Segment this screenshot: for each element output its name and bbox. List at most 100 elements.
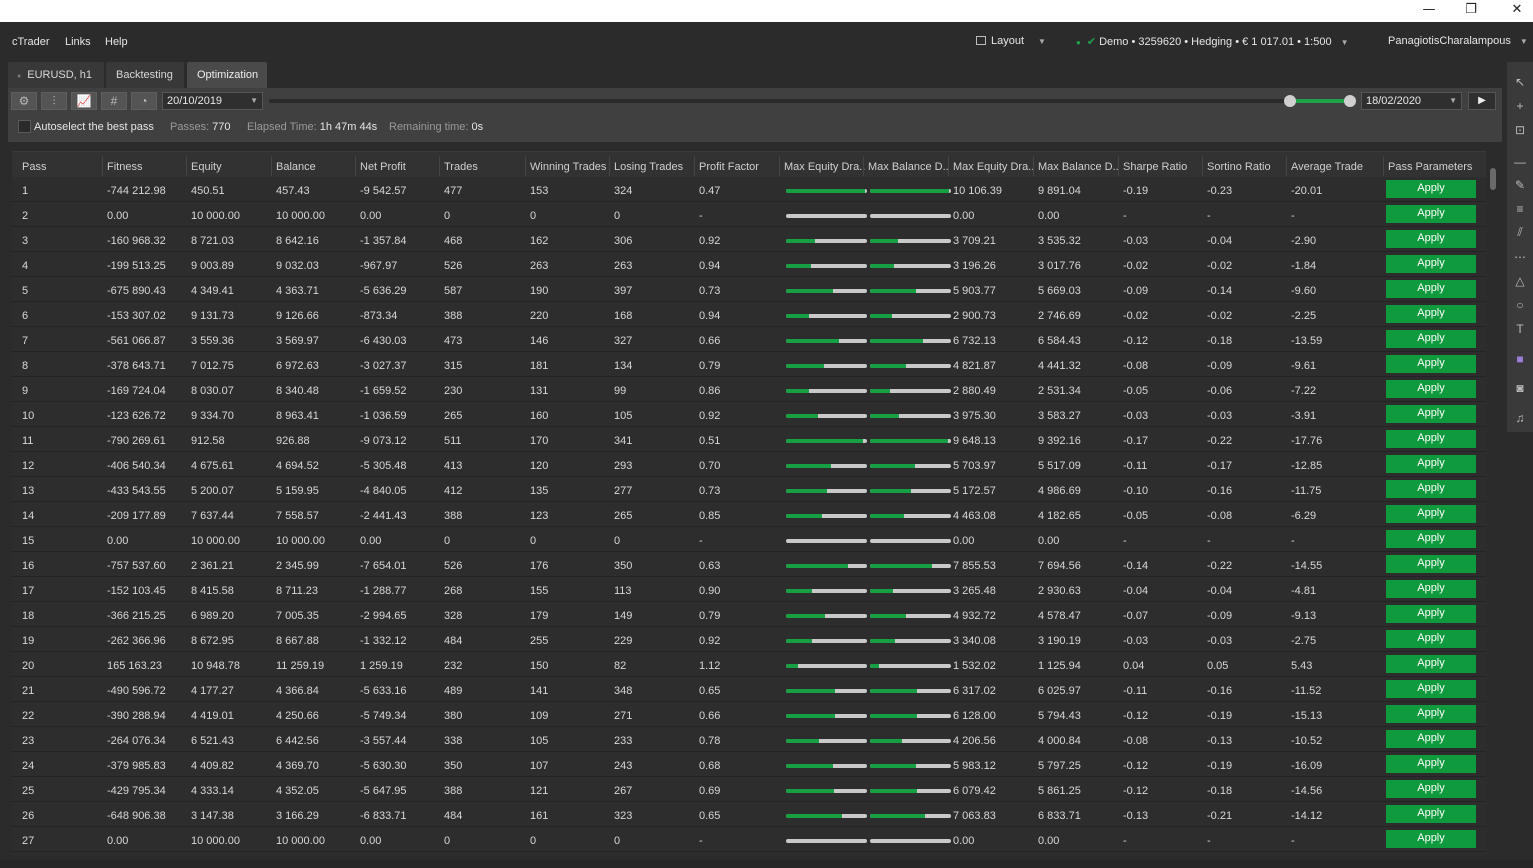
apply-button[interactable]: Apply: [1386, 580, 1476, 598]
slider-end-handle[interactable]: [1344, 95, 1356, 107]
column-separator[interactable]: [1383, 156, 1384, 176]
column-header[interactable]: Pass Parameters: [1388, 161, 1472, 173]
start-optimization-button[interactable]: ▶: [1468, 92, 1496, 110]
column-header[interactable]: Average Trade: [1291, 161, 1363, 173]
column-header[interactable]: Sharpe Ratio: [1123, 161, 1187, 173]
table-row[interactable]: 26 -648 906.38 3 147.38 3 166.29 -6 833.71 48…: [12, 802, 1486, 827]
column-separator[interactable]: [609, 156, 610, 176]
table-row[interactable]: 25 -429 795.34 4 333.14 4 352.05 -5 647.95 38…: [12, 777, 1486, 802]
apply-button[interactable]: Apply: [1386, 730, 1476, 748]
settings-button[interactable]: ⚙: [11, 92, 37, 110]
column-header[interactable]: Losing Trades: [614, 161, 683, 173]
column-separator[interactable]: [186, 156, 187, 176]
restore-button[interactable]: ❐: [1448, 0, 1494, 22]
column-header[interactable]: Max Equity Dra..: [953, 161, 1034, 173]
alert-bell-icon[interactable]: ♫: [1507, 408, 1533, 428]
apply-button[interactable]: Apply: [1386, 530, 1476, 548]
column-separator[interactable]: [525, 156, 526, 176]
equity-chart-button[interactable]: 📈: [71, 92, 97, 110]
column-separator[interactable]: [271, 156, 272, 176]
table-row[interactable]: 21 -490 596.72 4 177.27 4 366.84 -5 633.16 48…: [12, 677, 1486, 702]
table-row[interactable]: 14 -209 177.89 7 637.44 7 558.57 -2 441.43 38…: [12, 502, 1486, 527]
apply-button[interactable]: Apply: [1386, 655, 1476, 673]
color-swatch-icon[interactable]: ■: [1507, 349, 1533, 369]
tab-symbol[interactable]: ● EURUSD, h1: [8, 62, 104, 88]
scrollbar-thumb[interactable]: [1490, 168, 1496, 190]
column-header[interactable]: Max Balance D..: [868, 161, 949, 173]
table-row[interactable]: 12 -406 540.34 4 675.61 4 694.52 -5 305.48 41…: [12, 452, 1486, 477]
table-row[interactable]: 9 -169 724.04 8 030.07 8 340.48 -1 659.52 230…: [12, 377, 1486, 402]
pencil-icon[interactable]: ✎: [1507, 175, 1533, 195]
table-row[interactable]: 15 0.00 10 000.00 10 000.00 0.00 0 0 0 - 0.00 0.00…: [12, 527, 1486, 552]
column-separator[interactable]: [1118, 156, 1119, 176]
triangle-icon[interactable]: △: [1507, 271, 1533, 291]
text-icon[interactable]: T: [1507, 319, 1533, 339]
apply-button[interactable]: Apply: [1386, 230, 1476, 248]
circle-icon[interactable]: ○: [1507, 295, 1533, 315]
apply-button[interactable]: Apply: [1386, 380, 1476, 398]
table-row[interactable]: 6 -153 307.02 9 131.73 9 126.66 -873.34 388 22…: [12, 302, 1486, 327]
close-button[interactable]: ✕: [1494, 0, 1533, 22]
column-separator[interactable]: [694, 156, 695, 176]
vertical-scrollbar[interactable]: [1488, 156, 1498, 856]
tab-optimization[interactable]: Optimization: [187, 62, 267, 88]
apply-button[interactable]: Apply: [1386, 255, 1476, 273]
end-date-picker[interactable]: 18/02/2020 ▼: [1361, 92, 1462, 110]
table-row[interactable]: 13 -433 543.55 5 200.07 5 159.95 -4 840.05 41…: [12, 477, 1486, 502]
grid-lines-icon[interactable]: ⋯: [1507, 247, 1533, 267]
slider-start-handle[interactable]: [1284, 95, 1296, 107]
autoselect-checkbox[interactable]: [18, 120, 31, 133]
apply-button[interactable]: Apply: [1386, 755, 1476, 773]
channel-icon[interactable]: ⫽: [1507, 222, 1533, 242]
menu-ctrader[interactable]: cTrader: [12, 36, 50, 48]
apply-button[interactable]: Apply: [1386, 680, 1476, 698]
apply-button[interactable]: Apply: [1386, 330, 1476, 348]
menu-help[interactable]: Help: [105, 36, 128, 48]
table-row[interactable]: 10 -123 626.72 9 334.70 8 963.41 -1 036.59 26…: [12, 402, 1486, 427]
zoom-icon[interactable]: ⊡: [1507, 120, 1533, 140]
table-row[interactable]: 23 -264 076.34 6 521.43 6 442.56 -3 557.44 33…: [12, 727, 1486, 752]
column-separator[interactable]: [779, 156, 780, 176]
layout-button[interactable]: Layout ▼: [976, 35, 1046, 47]
apply-button[interactable]: Apply: [1386, 505, 1476, 523]
column-separator[interactable]: [102, 156, 103, 176]
table-row[interactable]: 16 -757 537.60 2 361.21 2 345.99 -7 654.01 52…: [12, 552, 1486, 577]
apply-button[interactable]: Apply: [1386, 605, 1476, 623]
minimize-button[interactable]: —: [1406, 0, 1452, 22]
table-row[interactable]: 7 -561 066.87 3 559.36 3 569.97 -6 430.03 473…: [12, 327, 1486, 352]
apply-button[interactable]: Apply: [1386, 430, 1476, 448]
apply-button[interactable]: Apply: [1386, 480, 1476, 498]
apply-button[interactable]: Apply: [1386, 805, 1476, 823]
table-row[interactable]: 18 -366 215.25 6 989.20 7 005.35 -2 994.65 32…: [12, 602, 1486, 627]
camera-icon[interactable]: ◙: [1507, 378, 1533, 398]
apply-button[interactable]: Apply: [1386, 705, 1476, 723]
column-header[interactable]: Net Profit: [360, 161, 406, 173]
column-separator[interactable]: [1286, 156, 1287, 176]
table-row[interactable]: 5 -675 890.43 4 349.41 4 363.71 -5 636.29 587…: [12, 277, 1486, 302]
hash-button[interactable]: #: [101, 92, 127, 110]
column-separator[interactable]: [863, 156, 864, 176]
table-row[interactable]: 3 -160 968.32 8 721.03 8 642.16 -1 357.84 468…: [12, 227, 1486, 252]
column-separator[interactable]: [1033, 156, 1034, 176]
user-menu[interactable]: PanagiotisCharalampous ▼: [1388, 35, 1528, 47]
column-header[interactable]: Equity: [191, 161, 222, 173]
apply-button[interactable]: Apply: [1386, 830, 1476, 848]
date-range-slider[interactable]: [269, 95, 1356, 107]
table-row[interactable]: 24 -379 985.83 4 409.82 4 369.70 -5 630.30 35…: [12, 752, 1486, 777]
start-date-picker[interactable]: 20/10/2019 ▼: [162, 92, 263, 110]
apply-button[interactable]: Apply: [1386, 555, 1476, 573]
column-separator[interactable]: [1202, 156, 1203, 176]
column-header[interactable]: Trades: [444, 161, 478, 173]
table-row[interactable]: 8 -378 643.71 7 012.75 6 972.63 -3 027.37 315…: [12, 352, 1486, 377]
tab-backtesting[interactable]: Backtesting: [106, 62, 184, 88]
apply-button[interactable]: Apply: [1386, 780, 1476, 798]
table-row[interactable]: 27 0.00 10 000.00 10 000.00 0.00 0 0 0 - 0.00 0.00…: [12, 827, 1486, 852]
table-row[interactable]: 20 165 163.23 10 948.78 11 259.19 1 259.19 23…: [12, 652, 1486, 677]
apply-button[interactable]: Apply: [1386, 405, 1476, 423]
crosshair-icon[interactable]: +: [1507, 96, 1533, 116]
menu-links[interactable]: Links: [65, 36, 91, 48]
line-icon[interactable]: —: [1507, 152, 1533, 172]
apply-button[interactable]: Apply: [1386, 205, 1476, 223]
table-row[interactable]: 22 -390 288.94 4 419.01 4 250.66 -5 749.34 38…: [12, 702, 1486, 727]
apply-button[interactable]: Apply: [1386, 180, 1476, 198]
